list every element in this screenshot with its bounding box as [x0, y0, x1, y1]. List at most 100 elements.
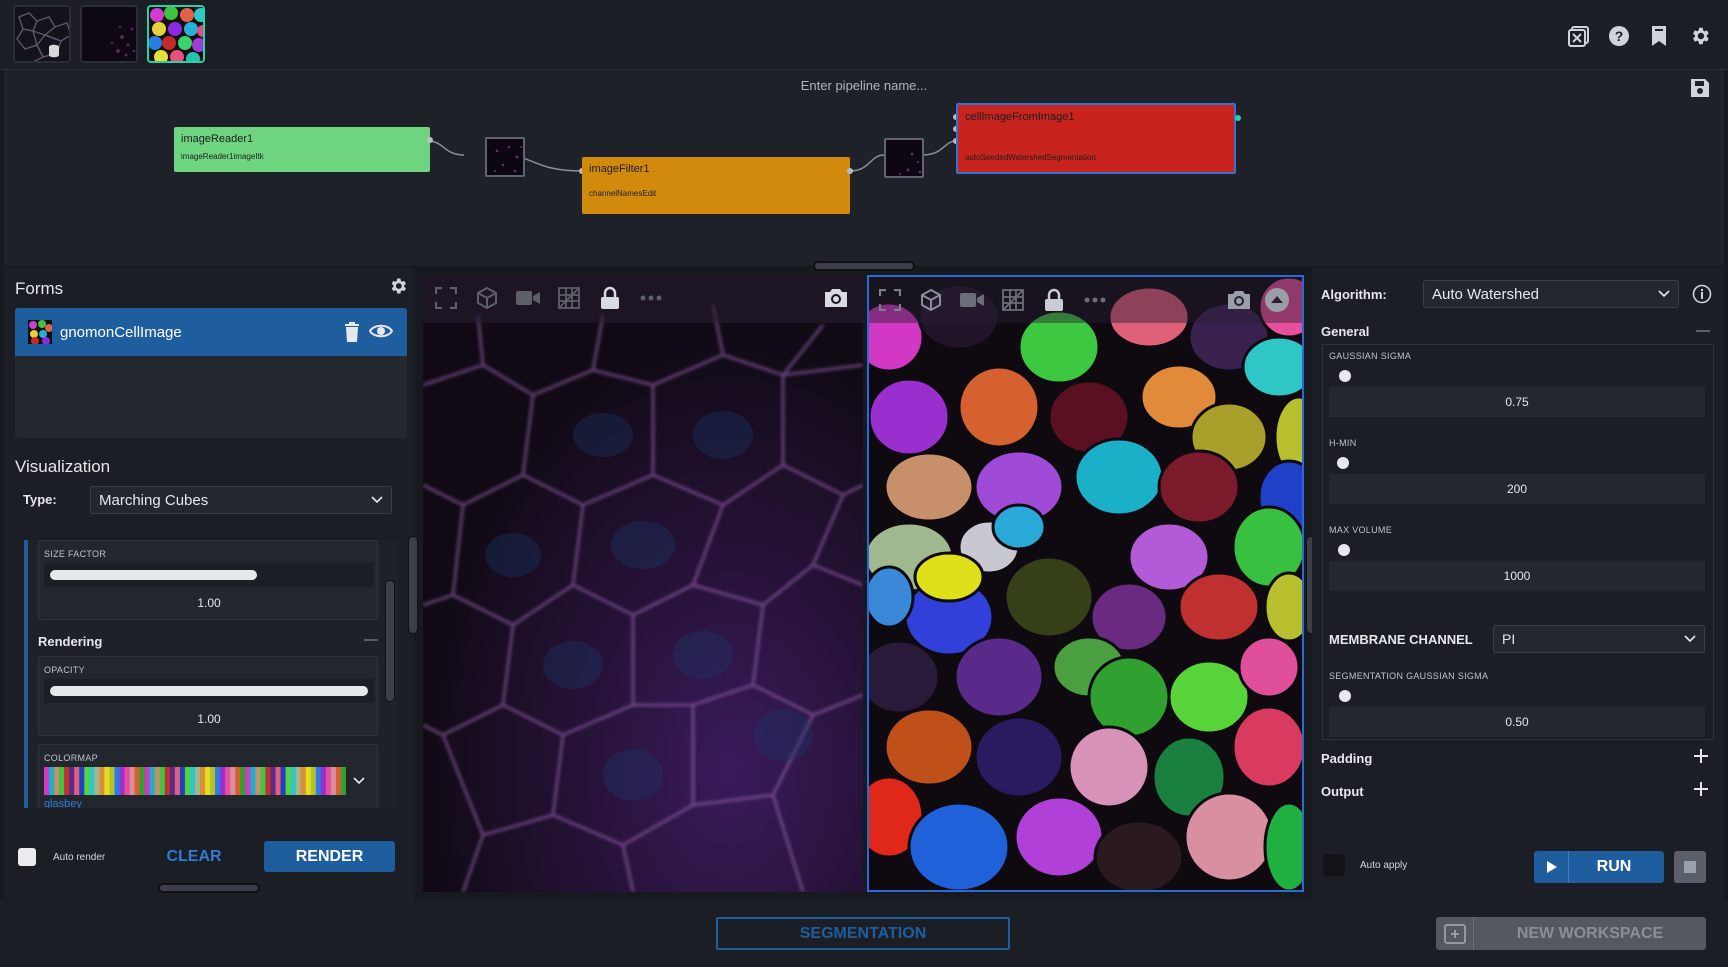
collapse-up-icon[interactable] — [1262, 285, 1292, 315]
forms-settings-icon[interactable] — [388, 276, 408, 296]
stop-icon — [1684, 861, 1696, 873]
h-min-caption: H-MIN — [1329, 438, 1357, 448]
stop-button[interactable] — [1674, 851, 1706, 883]
left-splitter-handle[interactable] — [408, 536, 418, 634]
visualization-type-select[interactable]: Marching Cubes — [90, 486, 392, 514]
bookmark-icon[interactable] — [1643, 20, 1675, 52]
panel-resize-handle[interactable] — [158, 883, 260, 893]
visibility-eye-icon[interactable] — [369, 322, 393, 340]
node-output-label: channelNamesEdit — [589, 189, 657, 198]
lock-icon[interactable] — [595, 283, 625, 313]
seg-sigma-slider[interactable] — [1329, 685, 1705, 707]
gaussian-sigma-param: GAUSSIAN SIGMA 0.75 — [1329, 351, 1705, 417]
expand-plus-icon[interactable] — [1693, 781, 1709, 797]
dataset-thumbnail[interactable] — [13, 5, 71, 63]
size-factor-value[interactable]: 1.00 — [44, 589, 374, 617]
cell-image-icon — [28, 320, 52, 344]
node-name: imageReader1 — [181, 133, 254, 145]
delete-icon[interactable] — [344, 322, 360, 342]
opacity-value[interactable]: 1.00 — [44, 705, 374, 733]
collapse-icon[interactable] — [1696, 330, 1710, 332]
pipeline-node-cell-image[interactable]: cellImageFromImage1 autoSeededWatershedS… — [956, 103, 1236, 174]
fullscreen-icon[interactable] — [431, 283, 461, 313]
visualization-type-label: Type: — [23, 492, 57, 507]
grid-icon[interactable] — [554, 283, 584, 313]
screenshot-camera-icon[interactable] — [821, 283, 851, 313]
node-output-port[interactable] — [847, 168, 853, 174]
render-button[interactable]: RENDER — [264, 841, 395, 872]
camera-video-icon[interactable] — [513, 283, 543, 313]
max-volume-value[interactable]: 1000 — [1329, 561, 1705, 591]
auto-render-checkbox[interactable] — [18, 848, 36, 866]
opacity-caption: OPACITY — [44, 665, 85, 675]
image-preview-node[interactable] — [485, 137, 525, 177]
seg-sigma-value[interactable]: 0.50 — [1329, 707, 1705, 737]
auto-apply-checkbox[interactable] — [1323, 854, 1345, 876]
chevron-down-icon[interactable] — [353, 777, 365, 785]
chevron-down-icon — [1658, 290, 1670, 298]
membrane-channel-label: MEMBRANE CHANNEL — [1329, 632, 1473, 647]
node-output-label: imageReader1imageItk — [181, 152, 264, 161]
algorithm-value: Auto Watershed — [1432, 285, 1539, 303]
camera-video-icon[interactable] — [957, 285, 987, 315]
settings-icon[interactable] — [1684, 20, 1716, 52]
forms-panel: Forms gnomonCellImage Visualization Type… — [4, 268, 414, 900]
segmentation-viewer[interactable] — [867, 275, 1304, 892]
play-icon — [1546, 860, 1558, 874]
slider-knob[interactable] — [1339, 690, 1351, 702]
raw-image-thumbnail[interactable] — [80, 5, 138, 63]
algorithm-select[interactable]: Auto Watershed — [1423, 280, 1679, 308]
rendering-section-title: Rendering — [38, 634, 103, 649]
clear-button[interactable]: CLEAR — [154, 848, 234, 866]
general-params-box: GAUSSIAN SIGMA 0.75 H-MIN 200 MAX VOLUME… — [1322, 344, 1714, 740]
colormap-swatch[interactable] — [44, 767, 346, 795]
node-output-port[interactable] — [427, 137, 433, 143]
help-icon[interactable]: ? — [1603, 20, 1635, 52]
run-button[interactable]: RUN — [1534, 851, 1664, 883]
gaussian-sigma-value[interactable]: 0.75 — [1329, 387, 1705, 417]
collapse-icon[interactable] — [364, 639, 378, 641]
opacity-slider[interactable] — [44, 679, 374, 703]
close-workspace-icon[interactable] — [1563, 20, 1595, 52]
visualization-type-value: Marching Cubes — [99, 491, 209, 509]
visualization-scrollbar[interactable] — [385, 580, 395, 702]
segmentation-tab-button[interactable]: SEGMENTATION — [716, 917, 1010, 950]
padding-section-title: Padding — [1321, 751, 1373, 766]
slider-knob[interactable] — [1338, 544, 1350, 556]
gaussian-sigma-slider[interactable] — [1329, 365, 1705, 387]
new-workspace-icon — [1436, 917, 1474, 950]
pipeline-node-image-reader[interactable]: imageReader1 imageReader1imageItk — [174, 127, 430, 172]
slider-knob[interactable] — [1339, 370, 1351, 382]
more-options-icon[interactable] — [636, 283, 666, 313]
more-options-icon[interactable] — [1080, 285, 1110, 315]
raw-image-viewer[interactable] — [423, 275, 863, 892]
info-icon[interactable] — [1692, 284, 1712, 304]
workspace-top-bar: ? — [0, 0, 1728, 70]
pipeline-resize-handle[interactable] — [813, 261, 915, 271]
expand-plus-icon[interactable] — [1693, 748, 1709, 764]
h-min-slider[interactable] — [1329, 452, 1705, 474]
membrane-channel-select[interactable]: PI — [1493, 625, 1705, 653]
max-volume-slider[interactable] — [1329, 539, 1705, 561]
size-factor-slider[interactable] — [44, 563, 374, 587]
3d-cube-icon[interactable] — [472, 283, 502, 313]
pipeline-canvas[interactable]: Enter pipeline name... imageReader1 imag… — [4, 70, 1724, 266]
h-min-value[interactable]: 200 — [1329, 474, 1705, 504]
new-workspace-button[interactable]: NEW WORKSPACE — [1436, 917, 1706, 950]
filtered-preview-node[interactable] — [884, 138, 924, 178]
segmentation-thumbnail[interactable] — [147, 5, 205, 63]
pipeline-node-image-filter[interactable]: imageFilter1 channelNamesEdit — [582, 157, 850, 214]
grid-icon[interactable] — [998, 285, 1028, 315]
node-output-port[interactable] — [1235, 115, 1241, 121]
fullscreen-icon[interactable] — [875, 285, 905, 315]
node-output-label: autoSeededWatershedSegmentation — [965, 153, 1096, 162]
run-label: RUN — [1596, 858, 1632, 875]
form-item-gnomon-cell-image[interactable]: gnomonCellImage — [15, 308, 407, 356]
3d-cube-icon[interactable] — [916, 285, 946, 315]
size-factor-caption: SIZE FACTOR — [44, 549, 107, 559]
h-min-param: H-MIN 200 — [1329, 438, 1705, 504]
lock-icon[interactable] — [1039, 285, 1069, 315]
visualization-settings-scroll[interactable]: SIZE FACTOR 1.00 Rendering OPACITY 1.00 … — [24, 540, 398, 808]
slider-knob[interactable] — [1337, 457, 1349, 469]
screenshot-camera-icon[interactable] — [1224, 285, 1254, 315]
